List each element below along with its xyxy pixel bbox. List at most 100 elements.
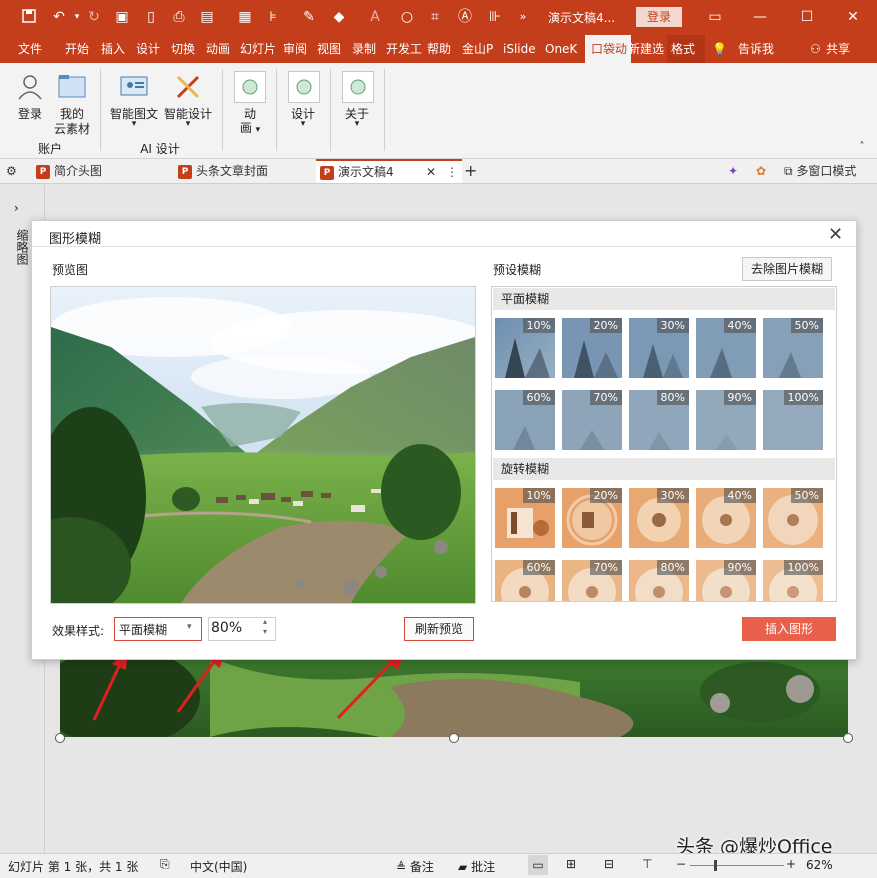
preset-flat-thumb[interactable]: 40% [696, 318, 756, 378]
grid-icon[interactable]: ▦ [236, 8, 254, 26]
preset-rotate-thumb[interactable]: 60% [495, 560, 555, 601]
zoom-slider[interactable] [690, 865, 784, 866]
tab-islide[interactable]: iSlide [503, 35, 536, 63]
fill-color-icon[interactable]: ◆ [330, 8, 348, 26]
resize-handle[interactable] [55, 733, 65, 743]
tab-format[interactable]: 格式 [667, 35, 705, 63]
tab-menu-icon[interactable]: ⋮ [446, 161, 458, 183]
zoom-out-icon[interactable]: − [676, 857, 686, 871]
close-tab-icon[interactable]: ✕ [426, 161, 436, 183]
preset-flat-thumb[interactable]: 90% [696, 390, 756, 450]
tab-slideshow[interactable]: 幻灯片 [240, 35, 276, 63]
preset-flat-thumb[interactable]: 10% [495, 318, 555, 378]
preset-flat-thumb[interactable]: 100% [763, 390, 823, 450]
share-icon[interactable]: ⚇ [810, 35, 821, 63]
tab-record[interactable]: 录制 [352, 35, 376, 63]
tab-insert[interactable]: 插入 [101, 35, 125, 63]
smart-graphic-icon[interactable] [118, 71, 150, 103]
animation-label-2[interactable]: 画 ▾ [236, 119, 264, 136]
stepper-down-icon[interactable]: ▾ [263, 627, 267, 636]
reading-view-icon[interactable]: ⊟ [604, 857, 614, 871]
effect-style-select[interactable]: 平面模糊 ▾ [114, 617, 202, 641]
tab-onekey[interactable]: OneK [545, 35, 577, 63]
minimize-button[interactable]: — [745, 6, 775, 28]
circle-shape-icon[interactable]: ○ [398, 8, 416, 26]
resize-handle[interactable] [449, 733, 459, 743]
tab-file[interactable]: 文件 [18, 35, 42, 63]
remove-blur-button[interactable]: 去除图片模糊 [742, 257, 832, 281]
save-icon[interactable] [20, 8, 38, 26]
dialog-close-icon[interactable]: ✕ [828, 226, 843, 244]
preset-rotate-thumb[interactable]: 100% [763, 560, 823, 601]
chevron-down-icon[interactable]: ▾ [187, 622, 192, 632]
close-window-button[interactable]: ✕ [838, 6, 868, 28]
design-icon[interactable] [288, 71, 320, 103]
settings-gear-icon[interactable]: ✿ [756, 159, 766, 183]
redo-icon[interactable]: ↻ [85, 8, 103, 26]
accessibility-icon[interactable]: ⎘ [160, 857, 170, 872]
maximize-button[interactable]: ☐ [792, 6, 822, 28]
more-commands-icon[interactable]: » [514, 8, 532, 26]
login-button[interactable]: 登录 [636, 7, 682, 27]
print-preview-icon[interactable]: ⎙ [170, 8, 188, 26]
tab-transitions[interactable]: 切换 [171, 35, 195, 63]
slideshow-view-icon[interactable]: ⊤ [642, 857, 652, 871]
undo-icon[interactable]: ↶ [50, 8, 68, 26]
percent-stepper[interactable]: 80% ▴ ▾ [208, 617, 276, 641]
about-dropdown-icon[interactable]: ▾ [351, 119, 363, 129]
font-color-icon[interactable]: A [366, 8, 384, 26]
doc-tab-cover[interactable]: P 头条文章封面 [178, 159, 268, 183]
magic-wand-icon[interactable]: ✦ [728, 159, 738, 183]
smart-design-dropdown-icon[interactable]: ▾ [182, 119, 194, 129]
tell-me-search[interactable]: 告诉我 [738, 35, 774, 63]
doc-tab-active[interactable]: P 演示文稿4 ✕ ⋮ [316, 159, 462, 183]
insert-shape-button[interactable]: 插入图形 [742, 617, 836, 641]
zoom-in-icon[interactable]: + [786, 857, 796, 871]
tab-settings-icon[interactable]: ⚙ [6, 159, 17, 183]
preset-rotate-thumb[interactable]: 20% [562, 488, 622, 548]
cloud-folder-icon[interactable] [56, 71, 88, 103]
animation-dropdown-icon[interactable]: ▾ [256, 125, 261, 135]
tab-help[interactable]: 帮助 [427, 35, 451, 63]
doc-tab-intro[interactable]: P 简介头图 [36, 159, 102, 183]
smart-graphic-dropdown-icon[interactable]: ▾ [128, 119, 140, 129]
collapse-ribbon-icon[interactable]: ˄ [856, 141, 868, 152]
preset-rotate-thumb[interactable]: 90% [696, 560, 756, 601]
new-file-icon[interactable]: ▯ [142, 8, 160, 26]
crop-icon[interactable]: ⌗ [426, 8, 444, 26]
slide-sorter-icon[interactable]: ⊞ [566, 857, 576, 871]
share-button[interactable]: 共享 [826, 35, 850, 63]
ribbon-display-icon[interactable]: ▭ [700, 6, 730, 28]
tab-review[interactable]: 审阅 [283, 35, 307, 63]
preset-flat-thumb[interactable]: 50% [763, 318, 823, 378]
comments-button[interactable]: ▰ 批注 [458, 858, 495, 875]
tab-home[interactable]: 开始 [65, 35, 89, 63]
undo-dropdown-icon[interactable]: ▾ [68, 8, 86, 26]
animation-icon[interactable] [234, 71, 266, 103]
preset-rotate-thumb[interactable]: 30% [629, 488, 689, 548]
tab-new-group[interactable]: 新建选 [628, 35, 664, 63]
preset-rotate-thumb[interactable]: 40% [696, 488, 756, 548]
preset-flat-thumb[interactable]: 60% [495, 390, 555, 450]
smart-design-icon[interactable] [172, 71, 204, 103]
tab-animations[interactable]: 动画 [206, 35, 230, 63]
about-icon[interactable] [342, 71, 374, 103]
zoom-slider-thumb[interactable] [714, 860, 717, 871]
eyedropper-icon[interactable]: ✎ [300, 8, 318, 26]
add-tab-icon[interactable]: + [464, 159, 477, 183]
tab-kingsoft[interactable]: 金山P [462, 35, 493, 63]
preset-flat-thumb[interactable]: 80% [629, 390, 689, 450]
normal-view-icon[interactable]: ▭ [528, 855, 548, 875]
preset-gallery[interactable]: 平面模糊 10% 20% 30% 40% 50% 60% 70% 80% 90%… [491, 286, 837, 602]
preset-flat-thumb[interactable]: 70% [562, 390, 622, 450]
preset-rotate-thumb[interactable]: 10% [495, 488, 555, 548]
preset-flat-thumb[interactable]: 30% [629, 318, 689, 378]
user-icon[interactable] [14, 71, 46, 103]
slideshow-icon[interactable]: ▣ [113, 8, 131, 26]
notes-button[interactable]: ≜ 备注 [396, 858, 434, 875]
language-indicator[interactable]: 中文(中国) [190, 858, 247, 875]
thumbnail-label[interactable]: 缩略图 [14, 229, 29, 265]
tab-developer[interactable]: 开发工 [386, 35, 422, 63]
refresh-preview-button[interactable]: 刷新预览 [404, 617, 474, 641]
tab-view[interactable]: 视图 [317, 35, 341, 63]
